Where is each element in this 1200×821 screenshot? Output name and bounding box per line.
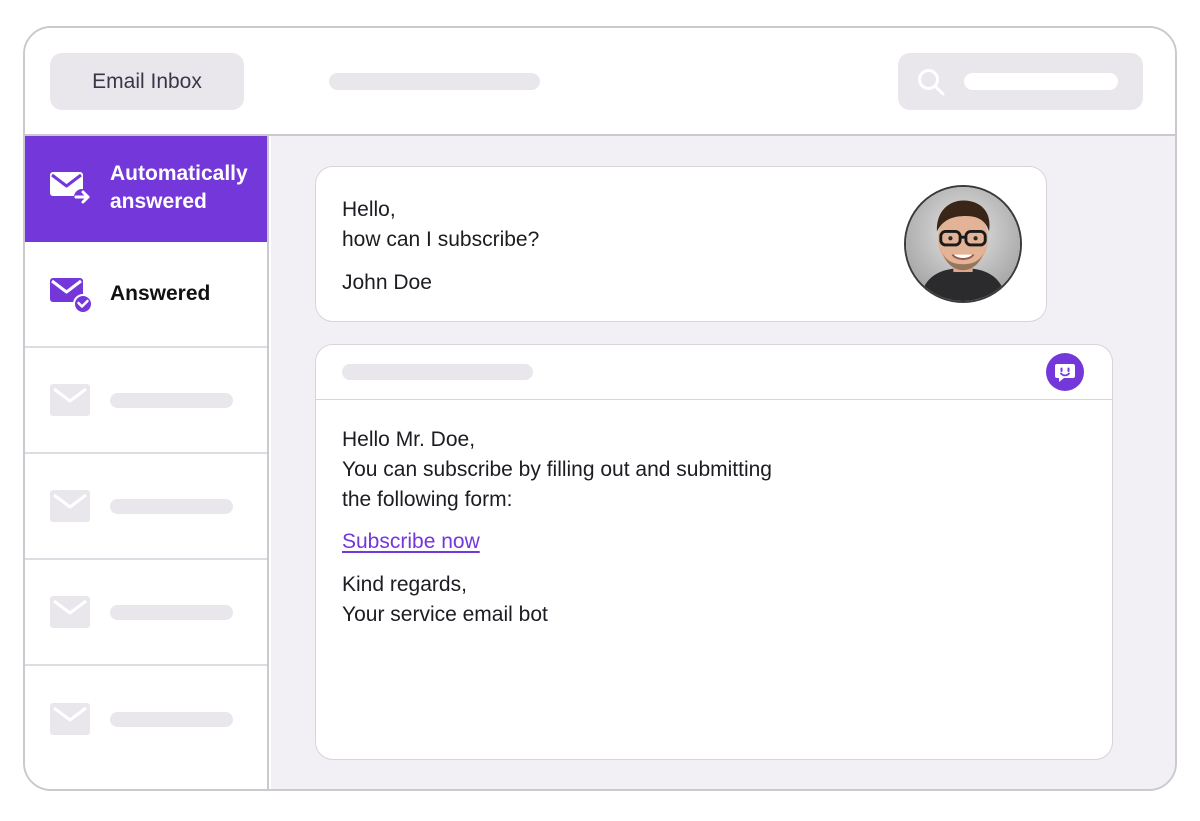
sidebar-item-label: Automatically answered (110, 160, 248, 216)
message-pane: Hello, how can I subscribe? John Doe Hel… (271, 136, 1175, 789)
sidebar-placeholder-bar (110, 711, 233, 727)
sidebar-item-placeholder[interactable] (25, 666, 267, 772)
sidebar-item-label-line2: answered (110, 190, 207, 213)
message-line: Hello, (342, 198, 396, 221)
message-sender: John Doe (342, 271, 432, 294)
message-body: Hello, how can I subscribe? (342, 195, 539, 255)
mail-icon (50, 596, 90, 628)
search-box[interactable] (898, 53, 1143, 110)
sidebar-item-placeholder[interactable] (25, 560, 267, 666)
sidebar-item-label-line1: Automatically (110, 162, 248, 185)
sidebar-item-placeholder[interactable] (25, 454, 267, 560)
sidebar-item-automatically-answered[interactable]: Automatically answered (25, 136, 267, 242)
reply-signature: Your service email bot (342, 603, 548, 626)
sidebar-item-label: Answered (110, 282, 211, 305)
search-input[interactable] (964, 73, 1118, 90)
reply-line: Hello Mr. Doe, (342, 428, 476, 451)
reply-message-card[interactable]: Hello Mr. Doe, You can subscribe by fill… (315, 344, 1113, 760)
chatbot-icon[interactable] (1046, 353, 1084, 391)
mail-icon (50, 490, 90, 522)
subscribe-now-link[interactable]: Subscribe now (342, 527, 480, 557)
sidebar-item-placeholder[interactable] (25, 348, 267, 454)
header: Email Inbox (25, 28, 1175, 136)
search-icon[interactable] (916, 67, 946, 97)
reply-header (316, 345, 1112, 400)
avatar (904, 185, 1022, 303)
reply-line: You can subscribe by filling out and sub… (342, 458, 772, 481)
mail-check-icon (50, 278, 91, 314)
sidebar-item-answered[interactable]: Answered (25, 242, 267, 348)
message-line: how can I subscribe? (342, 228, 540, 251)
reply-subject-placeholder (342, 364, 533, 380)
app-title-button[interactable]: Email Inbox (50, 53, 244, 110)
sidebar-placeholder-bar (110, 604, 233, 620)
header-placeholder-bar (329, 73, 540, 90)
mail-forward-icon (50, 172, 90, 205)
reply-closing: Kind regards, Your service email bot (342, 570, 548, 630)
sidebar: Automatically answered Answered (25, 136, 269, 789)
email-window: Email Inbox Automatically answered Answe… (23, 26, 1177, 791)
incoming-message-card[interactable]: Hello, how can I subscribe? John Doe (315, 166, 1047, 322)
reply-body: Hello Mr. Doe, You can subscribe by fill… (342, 425, 772, 515)
mail-icon (50, 384, 90, 416)
reply-line: the following form: (342, 488, 513, 511)
mail-icon (50, 703, 90, 735)
sidebar-placeholder-bar (110, 392, 233, 408)
reply-closing-line: Kind regards, (342, 573, 467, 596)
sidebar-placeholder-bar (110, 498, 233, 514)
